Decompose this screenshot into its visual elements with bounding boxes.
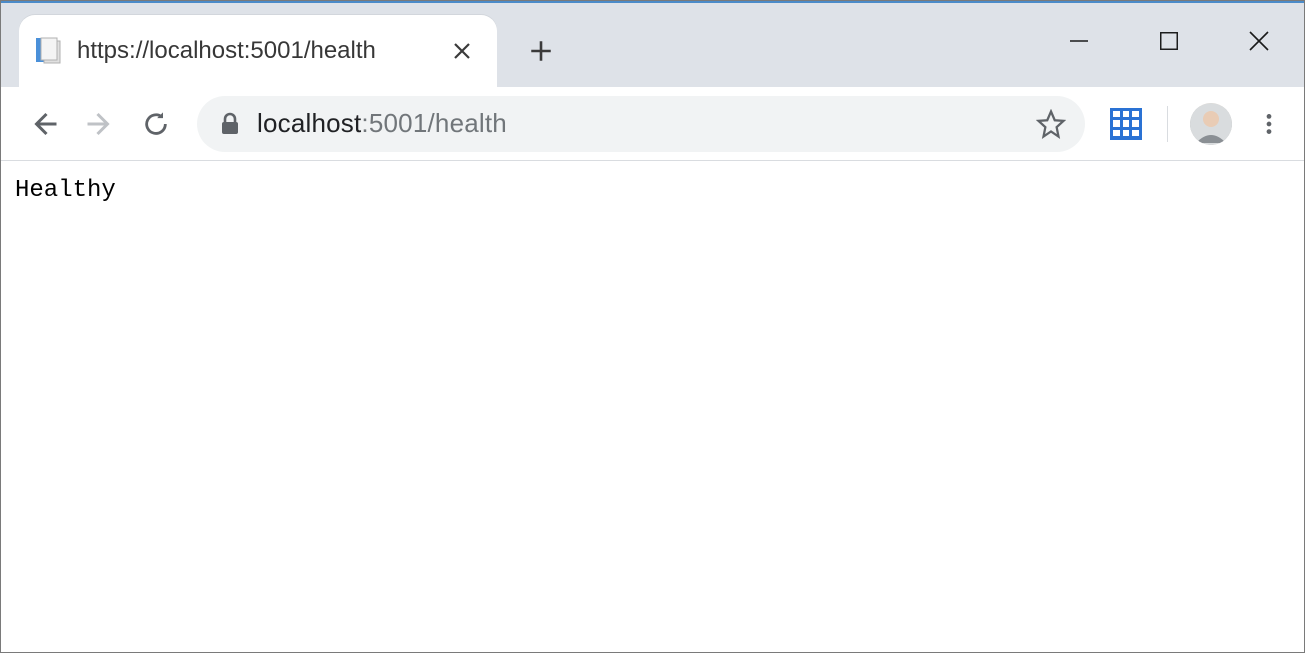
browser-tab[interactable]: https://localhost:5001/health bbox=[19, 15, 497, 87]
apps-grid-extension-icon[interactable] bbox=[1101, 99, 1151, 149]
browser-menu-button[interactable] bbox=[1244, 99, 1294, 149]
bookmark-star-button[interactable] bbox=[1033, 106, 1069, 142]
url-host: localhost bbox=[257, 108, 361, 138]
toolbar-separator bbox=[1167, 106, 1168, 142]
page-favicon-icon bbox=[33, 35, 65, 67]
address-bar[interactable]: localhost:5001/health bbox=[197, 96, 1085, 152]
tab-title: https://localhost:5001/health bbox=[77, 37, 445, 65]
window-maximize-button[interactable] bbox=[1124, 21, 1214, 61]
tab-close-button[interactable] bbox=[445, 34, 479, 68]
window-controls bbox=[1034, 3, 1304, 63]
page-content: Healthy bbox=[1, 161, 1304, 652]
forward-button[interactable] bbox=[75, 99, 125, 149]
window-close-button[interactable] bbox=[1214, 21, 1304, 61]
lock-icon bbox=[219, 111, 241, 137]
browser-window: https://localhost:5001/health bbox=[0, 0, 1305, 653]
reload-button[interactable] bbox=[131, 99, 181, 149]
back-button[interactable] bbox=[19, 99, 69, 149]
new-tab-button[interactable] bbox=[517, 27, 565, 75]
browser-toolbar: localhost:5001/health bbox=[1, 87, 1304, 161]
window-minimize-button[interactable] bbox=[1034, 21, 1124, 61]
response-body-text: Healthy bbox=[15, 177, 116, 204]
url-text: localhost:5001/health bbox=[257, 108, 507, 139]
title-bar: https://localhost:5001/health bbox=[1, 3, 1304, 87]
profile-avatar-button[interactable] bbox=[1190, 103, 1232, 145]
url-path: :5001/health bbox=[361, 108, 507, 138]
